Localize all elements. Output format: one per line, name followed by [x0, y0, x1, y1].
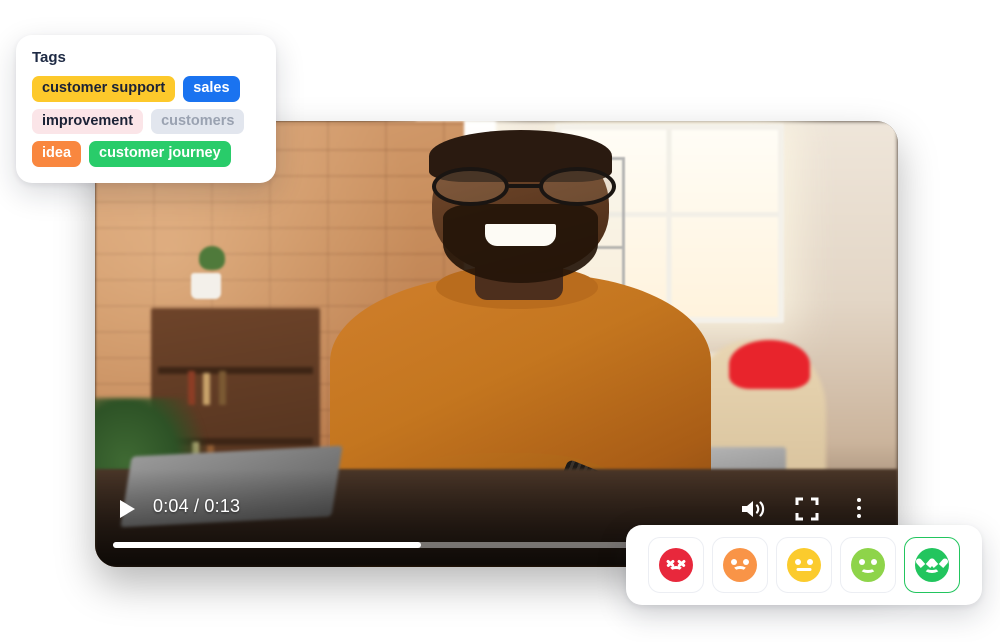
- app-screenshot: 0:04 / 0:13 Tags customer support sales …: [0, 0, 1000, 642]
- tag-chip[interactable]: sales: [183, 76, 240, 102]
- progress-bar-fill: [113, 542, 422, 548]
- tag-chip[interactable]: customers: [151, 108, 245, 135]
- video-player[interactable]: 0:04 / 0:13: [95, 121, 898, 567]
- tag-chip[interactable]: customer journey: [89, 141, 231, 168]
- dot-icon: [857, 506, 861, 510]
- happy-face-icon: [851, 548, 885, 582]
- reaction-bar: [626, 525, 982, 605]
- time-display: 0:04 / 0:13: [153, 496, 241, 516]
- eyeglasses: [432, 167, 616, 207]
- tag-list: customer support sales improvement customer…: [32, 76, 260, 168]
- love-face-icon: [915, 548, 949, 582]
- neutral-face-icon: [787, 548, 821, 582]
- tag-chip[interactable]: idea: [32, 141, 82, 168]
- reaction-button-neutral[interactable]: [776, 537, 832, 593]
- tags-card-title: Tags: [32, 49, 66, 66]
- plant-pot: [191, 272, 222, 299]
- volume-icon: [742, 501, 765, 517]
- reaction-button-happy[interactable]: [840, 537, 896, 593]
- fullscreen-icon: [795, 497, 819, 521]
- plant-leaf: [199, 245, 226, 270]
- tag-chip[interactable]: improvement: [32, 108, 144, 135]
- red-beanie: [729, 339, 810, 389]
- tag-chip[interactable]: customer support: [32, 76, 176, 102]
- angry-face-icon: [659, 548, 693, 582]
- play-button[interactable]: [113, 495, 141, 523]
- volume-button[interactable]: [738, 495, 768, 523]
- fullscreen-button[interactable]: [794, 496, 820, 522]
- dot-icon: [857, 514, 861, 518]
- sad-face-icon: [723, 548, 757, 582]
- more-options-button[interactable]: [848, 494, 870, 522]
- reaction-button-love[interactable]: [904, 537, 960, 593]
- reaction-button-sad[interactable]: [712, 537, 768, 593]
- dot-icon: [857, 498, 861, 502]
- reaction-button-angry[interactable]: [648, 537, 704, 593]
- tags-card: Tags customer support sales improvement cus…: [16, 35, 276, 183]
- play-icon: [119, 500, 135, 518]
